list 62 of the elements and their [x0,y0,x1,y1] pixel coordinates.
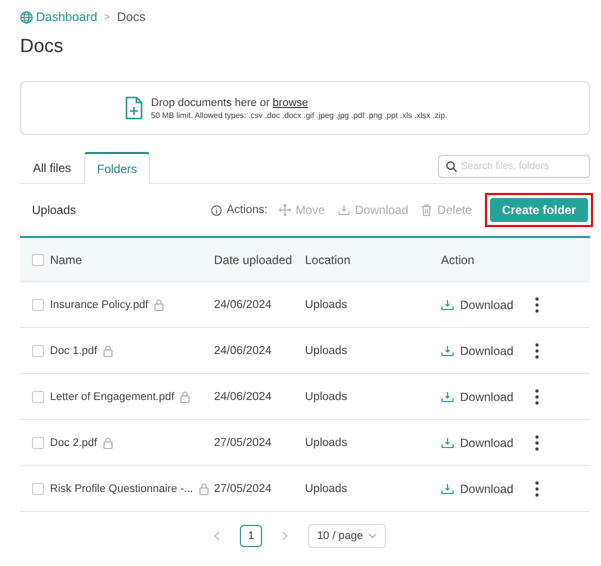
date-cell: 24/06/2024 [214,390,272,402]
page-title: Docs [20,36,64,58]
column-header: Location [305,252,350,266]
row-checkbox[interactable] [32,344,44,356]
breadcrumb-link[interactable]: Docs [117,10,146,24]
page-size-select[interactable]: 10 / page [308,524,386,548]
info-icon [210,204,222,216]
tab[interactable]: Folders [84,152,150,184]
download-link[interactable]: Download [441,344,514,358]
more-options-icon[interactable] [535,434,540,450]
download-icon [441,298,454,310]
date-cell: 24/06/2024 [214,344,272,356]
download-link[interactable]: Download [441,482,514,496]
location-cell: Uploads [305,298,348,310]
location-cell: Uploads [305,390,348,402]
column-header: Action [441,252,474,266]
page-button[interactable]: 1 [240,525,262,547]
file-name[interactable]: Risk Profile Questionnaire -... [50,482,194,494]
row-checkbox[interactable] [32,390,44,402]
next-page-icon[interactable] [282,531,288,541]
more-options-icon[interactable] [535,480,540,496]
location-cell: Uploads [305,344,348,356]
dropzone-text: Drop documents here or browse [151,96,310,108]
select-all-checkbox[interactable] [32,254,44,266]
download-link[interactable]: Download [441,390,514,404]
dropzone[interactable]: Drop documents here or browse 50 MB limit. Allowed types: .csv .doc .docx .gif .jpeg .jpg .pdf .png .ppt .xls .xlsx .zip. [20,81,590,135]
file-name[interactable]: Doc 2.pdf [50,436,98,448]
date-cell: 27/05/2024 [214,482,272,494]
date-cell: 24/06/2024 [214,298,272,310]
folder-name: Uploads [32,203,76,217]
actions-label: Actions: [226,204,268,216]
chevron-down-icon [368,533,377,539]
download-link[interactable]: Download [441,298,514,312]
column-header: Date uploaded [214,252,292,266]
trash-icon [421,204,432,216]
file-add-icon [125,96,143,120]
breadcrumb-separator: > [104,12,110,22]
download-icon [441,436,454,448]
download-icon [338,204,350,216]
more-options-icon[interactable] [535,388,540,404]
date-cell: 27/05/2024 [214,436,272,448]
file-name[interactable]: Insurance Policy.pdf [50,298,148,310]
download-icon [441,344,454,356]
download-icon [441,482,454,494]
previous-page-icon[interactable] [214,531,220,541]
row-checkbox[interactable] [32,298,44,310]
globe-icon [20,10,33,24]
file-name[interactable]: Letter of Engagement.pdf [50,390,174,402]
download-icon [441,390,454,402]
row-checkbox[interactable] [32,436,44,448]
tab[interactable]: All files [20,152,84,183]
location-cell: Uploads [305,436,348,448]
more-options-icon[interactable] [535,342,540,358]
move-icon [278,204,291,216]
file-name[interactable]: Doc 1.pdf [50,344,98,356]
row-checkbox[interactable] [32,482,44,494]
location-cell: Uploads [305,482,348,494]
more-options-icon[interactable] [535,296,540,312]
dropzone-hint: 50 MB limit. Allowed types: .csv .doc .docx .gif .jpeg .jpg .pdf .png .ppt .xls .xlsx .zip. [151,110,448,120]
column-header: Name [50,252,82,266]
browse-link[interactable]: browse [272,96,308,108]
download-link[interactable]: Download [441,436,514,450]
